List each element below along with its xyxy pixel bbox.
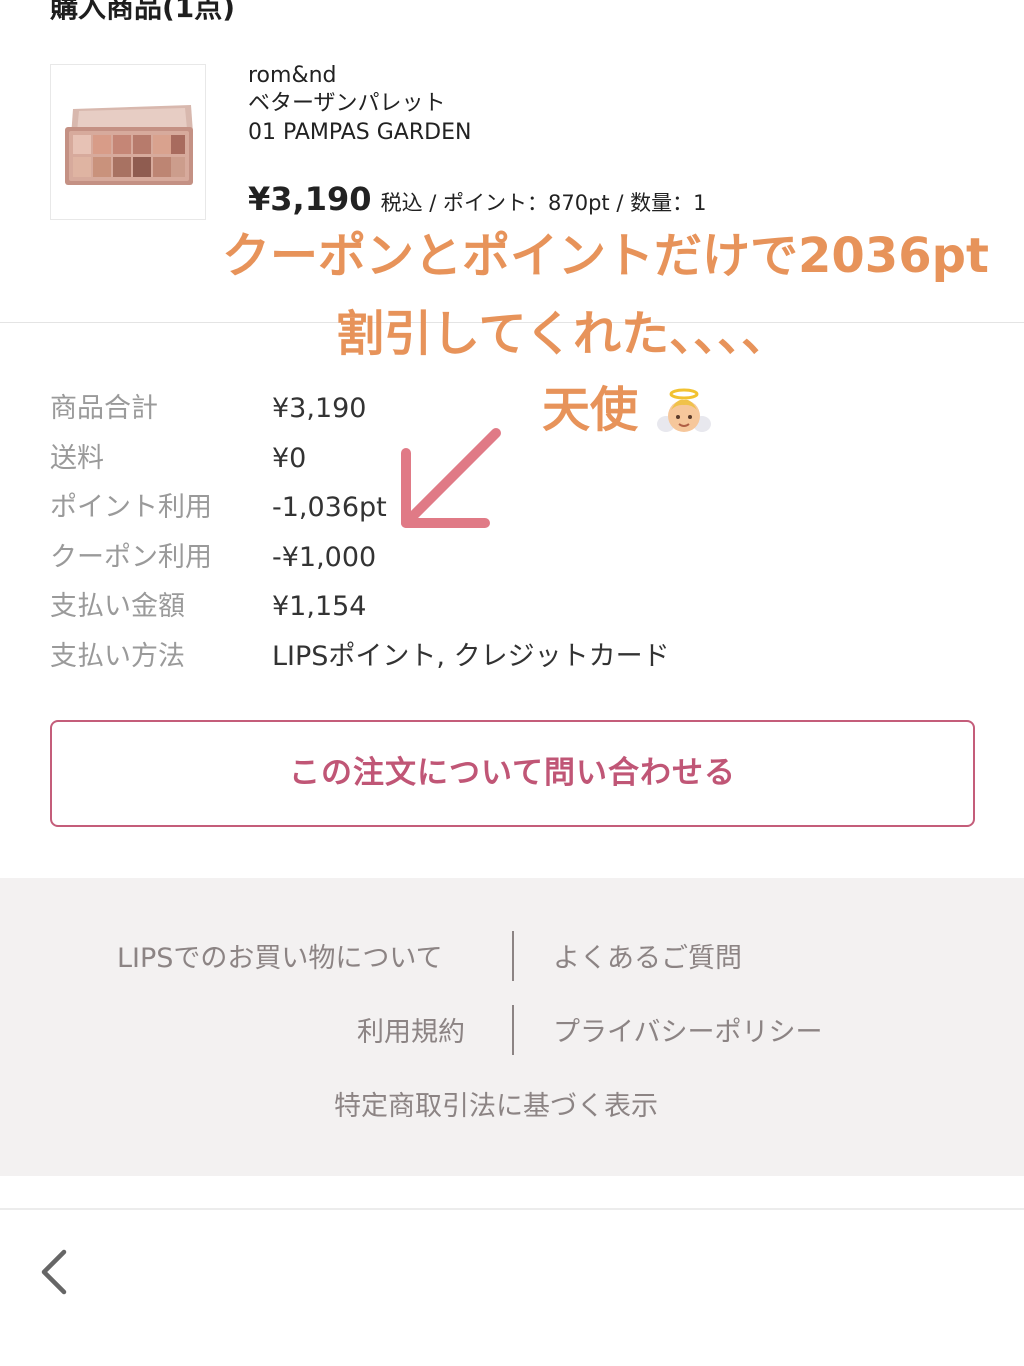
footer-link-privacy[interactable]: プライバシーポリシー bbox=[553, 1013, 822, 1053]
summary-value: -1,036pt bbox=[272, 492, 387, 523]
summary-value: -¥1,000 bbox=[272, 542, 377, 573]
summary-label: 支払い金額 bbox=[50, 591, 185, 622]
annotation-arrow-icon bbox=[401, 428, 501, 528]
footer-link-faq[interactable]: よくあるご質問 bbox=[553, 939, 742, 979]
product-name[interactable]: ベターザンパレット bbox=[248, 90, 446, 118]
summary-value: ¥1,154 bbox=[272, 591, 367, 622]
product-meta: 税込 / ポイント：870pt / 数量：1 bbox=[380, 191, 707, 215]
product-brand[interactable]: rom&nd bbox=[248, 62, 337, 90]
summary-label: クーポン利用 bbox=[50, 542, 212, 573]
footer-link-terms[interactable]: 利用規約 bbox=[357, 1013, 465, 1053]
summary-label: 商品合計 bbox=[50, 393, 158, 424]
inquiry-button[interactable]: この注文について問い合わせる bbox=[50, 720, 975, 827]
back-button[interactable] bbox=[34, 1246, 78, 1298]
section-title: 購入商品(1点) bbox=[50, 0, 236, 24]
footer-separator bbox=[512, 1005, 514, 1055]
summary-label: 支払い方法 bbox=[50, 641, 185, 672]
footer-link-shopping-guide[interactable]: LIPSでのお買い物について bbox=[117, 939, 443, 979]
annotation-line-3: 天使 bbox=[542, 382, 711, 440]
chevron-left-icon bbox=[41, 1249, 67, 1295]
product-thumbnail[interactable] bbox=[50, 64, 206, 220]
eyeshadow-palette-image bbox=[51, 65, 205, 219]
product-price-line: ¥3,190 税込 / ポイント：870pt / 数量：1 bbox=[248, 180, 706, 218]
summary-value: LIPSポイント, クレジットカード bbox=[272, 641, 670, 672]
summary-value: ¥0 bbox=[272, 443, 307, 474]
annotation-line-2: 割引してくれた、、、、 bbox=[336, 306, 790, 362]
footer: LIPSでのお買い物について よくあるご質問 利用規約 プライバシーポリシー 特… bbox=[0, 878, 1024, 1176]
summary-label: ポイント利用 bbox=[50, 492, 212, 523]
annotation-line-1: クーポンとポイントだけで2036pt bbox=[222, 228, 989, 284]
annotation-angel-text: 天使 bbox=[542, 382, 639, 438]
summary-value: ¥3,190 bbox=[272, 393, 367, 424]
product-price: ¥3,190 bbox=[248, 180, 372, 218]
product-variant: 01 PAMPAS GARDEN bbox=[248, 120, 472, 145]
summary-label: 送料 bbox=[50, 443, 104, 474]
footer-separator bbox=[512, 931, 514, 981]
bottom-bar-divider bbox=[0, 1208, 1024, 1210]
angel-emoji-icon bbox=[656, 388, 711, 432]
footer-link-commercial-law[interactable]: 特定商取引法に基づく表示 bbox=[334, 1087, 658, 1127]
